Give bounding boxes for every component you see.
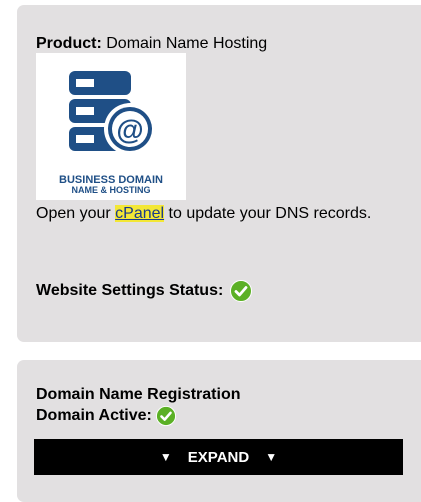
triangle-down-icon: ▼ [159,450,172,464]
dns-instructions: Open your cPanel to update your DNS reco… [36,205,406,223]
website-settings-status: Website Settings Status: [36,278,253,304]
domain-active-status: Domain Active: [36,405,176,427]
product-line: Product: Domain Name Hosting [36,34,267,54]
domain-registration-panel: Domain Name Registration Domain Active: … [17,360,421,502]
logo-text-line2: NAME & HOSTING [71,185,151,195]
expand-button[interactable]: ▼ EXPAND ▼ [34,439,403,475]
domain-active-label: Domain Active: [36,407,152,424]
svg-text:@: @ [116,114,143,145]
triangle-down-icon: ▼ [265,450,278,464]
product-name: Domain Name Hosting [106,35,268,52]
dns-text-before: Open your [36,205,116,222]
expand-label: EXPAND [187,448,250,466]
cpanel-link[interactable]: cPanel [115,205,165,222]
server-globe-icon: @ [69,71,156,155]
status-label: Website Settings Status: [36,282,224,299]
product-label: Product: [36,35,102,52]
domain-registration-title: Domain Name Registration [36,386,241,403]
business-domain-logo: @ BUSINESS DOMAIN NAME & HOSTING [36,53,186,200]
check-circle-icon [155,406,176,426]
dns-text-after: to update your DNS records. [164,205,372,222]
product-panel: Product: Domain Name Hosting @ BUSINESS … [17,5,421,342]
check-circle-icon [230,280,253,302]
